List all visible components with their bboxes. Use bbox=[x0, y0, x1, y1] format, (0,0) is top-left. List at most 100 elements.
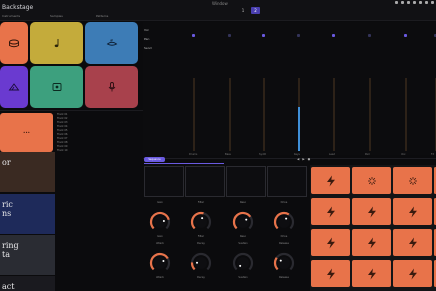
mixer-fader-track[interactable] bbox=[229, 78, 231, 151]
prev-control[interactable]: ◀ bbox=[297, 157, 299, 161]
bolt-icon bbox=[408, 268, 417, 279]
tray-icon[interactable] bbox=[413, 1, 416, 4]
sequence-tab[interactable]: Sequence bbox=[144, 157, 165, 162]
bolt-icon bbox=[367, 237, 376, 248]
mixer-channel-label: Drums bbox=[189, 153, 198, 156]
thumbnail-card[interactable]: or bbox=[0, 152, 55, 192]
bolt-icon bbox=[326, 206, 335, 217]
tray-icon[interactable] bbox=[425, 1, 428, 4]
trigger-pad[interactable] bbox=[393, 229, 432, 256]
trigger-pad[interactable] bbox=[311, 167, 350, 194]
top-button-2[interactable]: 2 bbox=[251, 7, 260, 14]
trigger-pad[interactable] bbox=[393, 167, 432, 194]
knob-caption: Decay bbox=[197, 242, 205, 245]
thumbnail-caption: or bbox=[2, 158, 11, 167]
tray-icon[interactable] bbox=[401, 1, 404, 4]
thumbnail-card[interactable]: act bbox=[0, 276, 55, 291]
tray-icon[interactable] bbox=[419, 1, 422, 4]
step-slot[interactable] bbox=[144, 166, 184, 197]
knob-indicator bbox=[162, 259, 165, 262]
knob-caption: Filter bbox=[197, 201, 205, 204]
tab-samples[interactable]: Samples bbox=[50, 14, 63, 18]
track-card[interactable]: ••• bbox=[0, 113, 53, 152]
knob-caption: Reso bbox=[240, 201, 246, 204]
instrument-pad-vocal[interactable] bbox=[85, 66, 138, 108]
knob-label: Reso bbox=[240, 235, 246, 238]
divider bbox=[0, 110, 143, 111]
track-list: Track 01 Track 02 Track 03 Track 04 Track 05… bbox=[57, 113, 141, 153]
mixer-channel-label: Bass bbox=[225, 153, 231, 156]
trigger-pad[interactable] bbox=[352, 167, 391, 194]
trigger-pad[interactable] bbox=[352, 198, 391, 225]
mixer-mute-button[interactable] bbox=[297, 34, 300, 37]
step-slot[interactable] bbox=[267, 166, 307, 197]
mixer-channel-label: Pad bbox=[365, 153, 370, 156]
mixer-side-label: Send bbox=[144, 46, 152, 50]
mixer-mute-button[interactable] bbox=[332, 34, 335, 37]
piano-keys-icon bbox=[8, 83, 20, 91]
mixer-fader-track[interactable] bbox=[263, 78, 265, 151]
tab-instruments[interactable]: Instruments bbox=[2, 14, 20, 18]
knob-body bbox=[278, 216, 290, 228]
instrument-pad-sampler[interactable] bbox=[30, 66, 83, 108]
mixer-mute-button[interactable] bbox=[228, 34, 231, 37]
trigger-pad[interactable] bbox=[393, 260, 432, 287]
thumbnail-card[interactable]: ric ns bbox=[0, 194, 55, 234]
mixer-mute-button[interactable] bbox=[262, 34, 265, 37]
burst-icon bbox=[367, 176, 376, 185]
top-bar: Backstage Window 1 2 Instruments Samples… bbox=[0, 0, 436, 21]
knob-sustain[interactable] bbox=[231, 251, 255, 275]
top-button-1[interactable]: 1 bbox=[240, 7, 246, 14]
play-control[interactable]: ▶ bbox=[302, 157, 304, 161]
thumbnail-card[interactable]: ring ta bbox=[0, 235, 55, 275]
tab-patterns[interactable]: Patterns bbox=[96, 14, 108, 18]
tray-icon[interactable] bbox=[395, 1, 398, 4]
knob-value-arc bbox=[190, 262, 196, 271]
knob-filter[interactable] bbox=[189, 210, 213, 234]
knob-caption: Attack bbox=[156, 242, 164, 245]
knob-label: Sustain bbox=[238, 276, 248, 279]
knob-indicator bbox=[285, 217, 288, 220]
trigger-pad[interactable] bbox=[352, 260, 391, 287]
knob-decay[interactable] bbox=[189, 251, 213, 275]
app-root: Backstage Window 1 2 Instruments Samples… bbox=[0, 0, 436, 291]
instrument-pad-note[interactable] bbox=[30, 22, 83, 64]
instrument-pad-bass[interactable] bbox=[85, 22, 138, 64]
knob-body bbox=[195, 216, 207, 228]
mixer-fader-track[interactable] bbox=[193, 78, 195, 151]
trigger-pad[interactable] bbox=[393, 198, 432, 225]
trigger-pad[interactable] bbox=[352, 229, 391, 256]
trigger-pad[interactable] bbox=[311, 260, 350, 287]
mixer-fader-track[interactable] bbox=[369, 78, 371, 151]
knob-release[interactable] bbox=[272, 251, 296, 275]
knob-indicator bbox=[201, 217, 204, 220]
step-slot[interactable] bbox=[226, 166, 266, 197]
tray-icon[interactable] bbox=[431, 1, 434, 4]
track-list-item[interactable]: Track 10 bbox=[57, 149, 141, 153]
instrument-pad-synth[interactable] bbox=[0, 66, 28, 108]
mixer-channel-label: Vox bbox=[401, 153, 406, 156]
mixer-mute-button[interactable] bbox=[192, 34, 195, 37]
record-control[interactable]: ● bbox=[308, 157, 311, 161]
knob-drive[interactable] bbox=[272, 210, 296, 234]
knob-caption: Release bbox=[279, 242, 289, 245]
mixer-fader-track[interactable] bbox=[333, 78, 335, 151]
mixer-mute-button[interactable] bbox=[404, 34, 407, 37]
step-slot[interactable] bbox=[185, 166, 225, 197]
mixer-fader-track[interactable] bbox=[405, 78, 407, 151]
knob-label: Gain bbox=[157, 235, 163, 238]
knob-gain[interactable] bbox=[148, 210, 172, 234]
bolt-icon bbox=[326, 268, 335, 279]
mixer-mute-button[interactable] bbox=[368, 34, 371, 37]
knob-label: Decay bbox=[197, 276, 205, 279]
knob-indicator bbox=[245, 218, 248, 221]
trigger-pad-grid bbox=[310, 165, 436, 291]
trigger-pad[interactable] bbox=[311, 198, 350, 225]
instrument-pad-drum[interactable] bbox=[0, 22, 28, 64]
knob-attack[interactable] bbox=[148, 251, 172, 275]
tray-icon[interactable] bbox=[407, 1, 410, 4]
knob-reso[interactable] bbox=[231, 210, 255, 234]
mixer-side-label: Vol bbox=[144, 28, 149, 32]
trigger-pad[interactable] bbox=[311, 229, 350, 256]
knob-caption: Sustain bbox=[238, 242, 248, 245]
